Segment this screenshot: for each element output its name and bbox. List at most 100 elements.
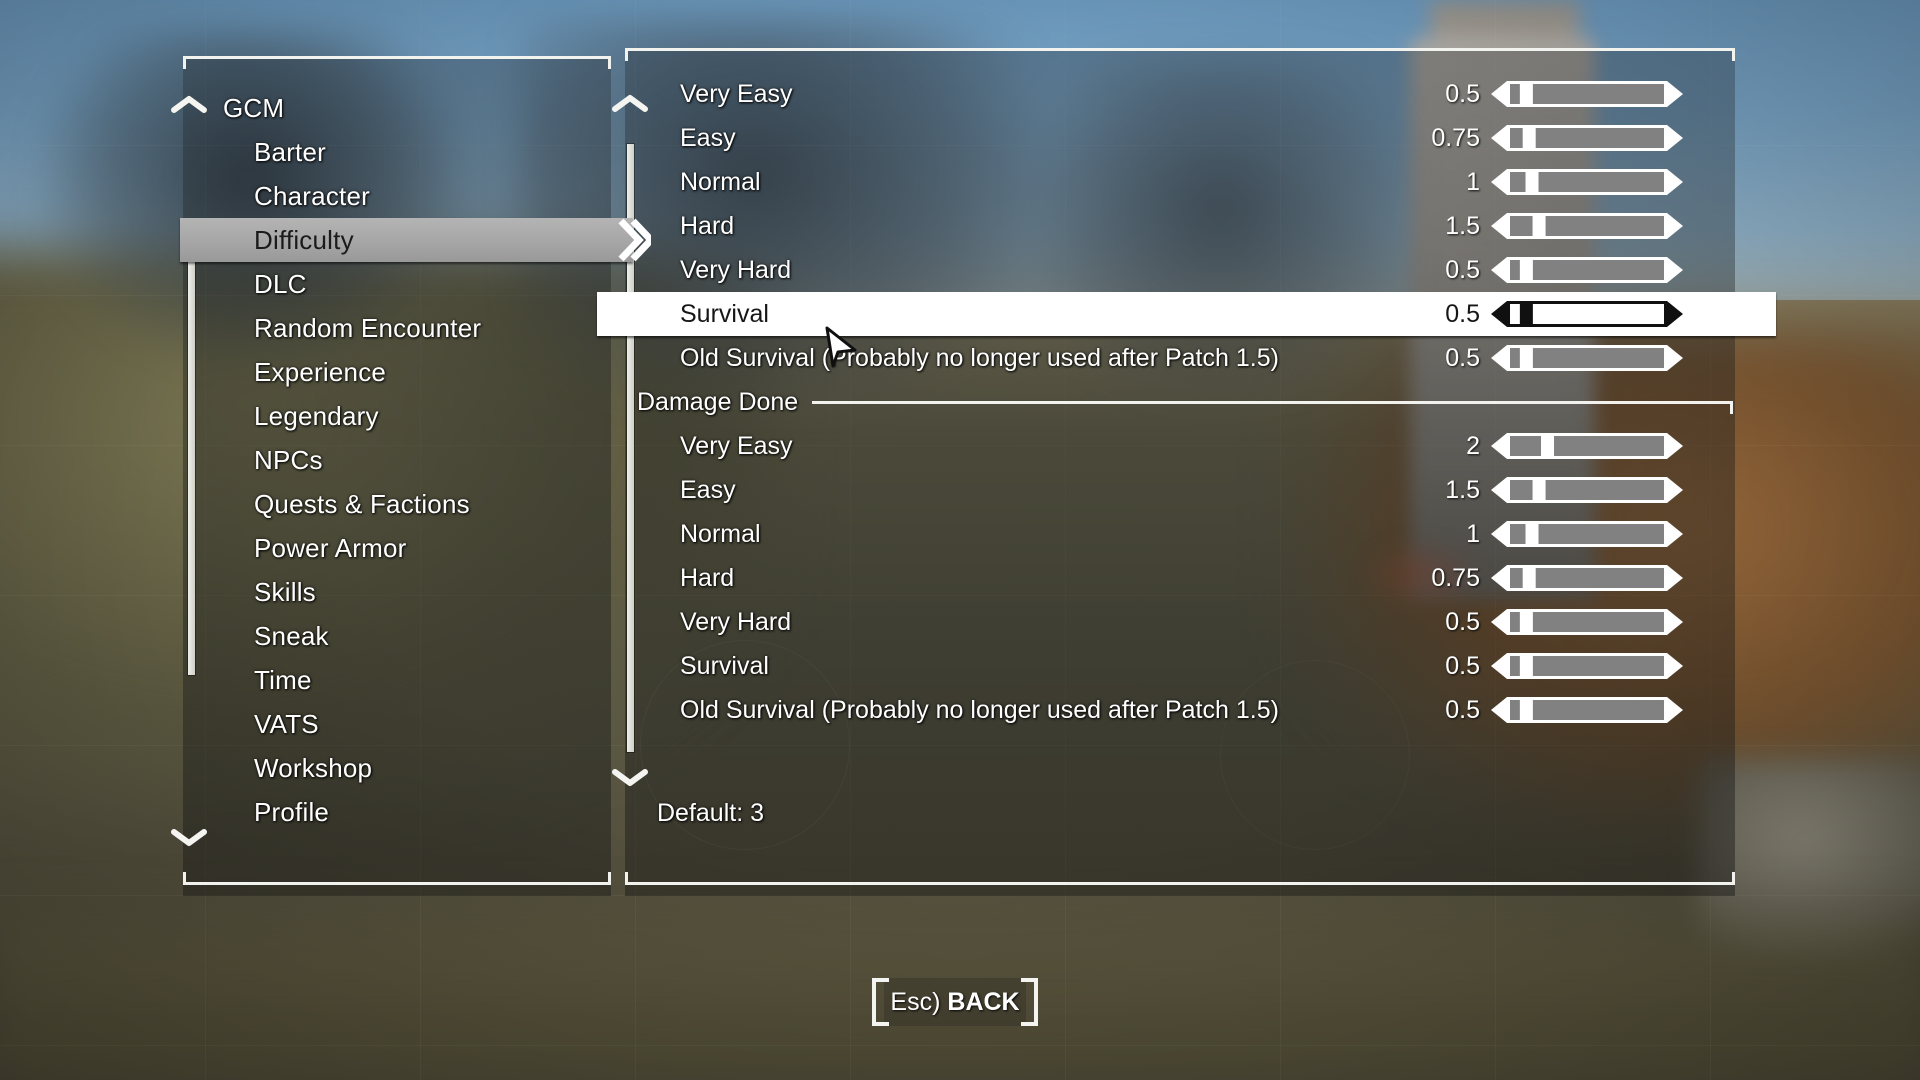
sidebar-item-label: NPCs [254, 444, 323, 475]
default-value-hint: Default: 3 [657, 799, 765, 827]
setting-row[interactable]: Old Survival (Probably no longer used af… [625, 336, 1735, 380]
content-frame-bottom [625, 872, 1735, 885]
setting-slider[interactable] [1489, 694, 1689, 726]
sidebar-frame-top [183, 56, 611, 69]
setting-value: 1.5 [1445, 475, 1480, 504]
back-button[interactable]: Esc) BACK [872, 978, 1038, 1026]
setting-value: 0.5 [1445, 299, 1480, 328]
setting-label: Old Survival (Probably no longer used af… [680, 343, 1279, 372]
sidebar-item-skills[interactable]: Skills [183, 570, 611, 614]
setting-value: 0.5 [1445, 607, 1480, 636]
sidebar-item-legendary[interactable]: Legendary [183, 394, 611, 438]
sidebar-nav: GCM Barter Character Difficulty DLC Random En… [180, 86, 656, 876]
sidebar-item-npcs[interactable]: NPCs [183, 438, 611, 482]
setting-label: Very Easy [680, 431, 793, 460]
section-rule [812, 400, 1733, 414]
setting-row[interactable]: Very Hard 0.5 [625, 248, 1735, 292]
setting-slider[interactable] [1489, 254, 1689, 286]
sidebar-item-label: Time [254, 664, 312, 695]
sidebar-item-quests-factions[interactable]: Quests & Factions [183, 482, 611, 526]
setting-value: 2 [1466, 431, 1480, 460]
sidebar-item-label: Sneak [254, 620, 329, 651]
section-header: Damage Done [625, 380, 1735, 424]
setting-label: Survival [680, 299, 769, 328]
setting-value: 1.5 [1445, 211, 1480, 240]
sidebar-item-power-armor[interactable]: Power Armor [183, 526, 611, 570]
sidebar-frame-bottom [183, 872, 611, 885]
setting-label: Very Hard [680, 607, 792, 636]
sidebar-item-label: Random Encounter [254, 312, 482, 343]
sidebar-item-experience[interactable]: Experience [183, 350, 611, 394]
setting-label: Normal [680, 519, 761, 548]
setting-label: Old Survival (Probably no longer used af… [680, 695, 1279, 724]
setting-row[interactable]: Very Easy 0.5 [625, 72, 1735, 116]
setting-value: 0.5 [1445, 79, 1480, 108]
sidebar-item-label: GCM [223, 92, 285, 123]
sidebar-item-label: Barter [254, 136, 327, 167]
content-frame-top [625, 48, 1735, 61]
setting-row[interactable]: Normal 1 [625, 512, 1735, 556]
setting-label: Survival [680, 651, 769, 680]
sidebar-item-difficulty[interactable]: Difficulty [180, 218, 656, 262]
setting-slider[interactable] [1489, 474, 1689, 506]
setting-slider[interactable] [1489, 606, 1689, 638]
setting-label: Hard [680, 563, 735, 592]
sidebar-item-label: Legendary [254, 400, 379, 431]
sidebar-item-character[interactable]: Character [183, 174, 611, 218]
sidebar-item-barter[interactable]: Barter [183, 130, 611, 174]
setting-slider[interactable] [1489, 342, 1689, 374]
settings-list: Very Easy 0.5 Easy 0.75 Normal 1 Hard 1.5 Very H… [597, 72, 1776, 872]
setting-row[interactable]: Hard 1.5 [625, 204, 1735, 248]
sidebar-item-gcm[interactable]: GCM [183, 86, 611, 130]
setting-label: Normal [680, 167, 761, 196]
setting-slider[interactable] [1489, 78, 1689, 110]
setting-slider[interactable] [1489, 210, 1689, 242]
sidebar-item-vats[interactable]: VATS [183, 702, 611, 746]
setting-value: 0.5 [1445, 255, 1480, 284]
setting-slider[interactable] [1489, 650, 1689, 682]
setting-value: 0.5 [1445, 651, 1480, 680]
setting-row[interactable]: Survival 0.5 [597, 292, 1776, 336]
setting-label: Easy [680, 475, 736, 504]
bracket-right-icon [1021, 978, 1038, 1026]
sidebar-item-label: Difficulty [254, 224, 354, 255]
setting-slider[interactable] [1489, 166, 1689, 198]
setting-label: Hard [680, 211, 735, 240]
setting-slider[interactable] [1489, 298, 1689, 330]
setting-value: 0.75 [1431, 123, 1480, 152]
setting-label: Very Hard [680, 255, 792, 284]
section-title: Damage Done [637, 387, 799, 416]
setting-slider[interactable] [1489, 430, 1689, 462]
setting-row[interactable]: Very Easy 2 [625, 424, 1735, 468]
setting-row[interactable]: Hard 0.75 [625, 556, 1735, 600]
setting-row[interactable]: Easy 1.5 [625, 468, 1735, 512]
sidebar-item-label: Skills [254, 576, 316, 607]
setting-row[interactable]: Easy 0.75 [625, 116, 1735, 160]
back-button-label: BACK [947, 987, 1020, 1016]
sidebar-item-time[interactable]: Time [183, 658, 611, 702]
setting-value: 0.75 [1431, 563, 1480, 592]
setting-label: Easy [680, 123, 736, 152]
sidebar-item-label: DLC [254, 268, 307, 299]
bracket-left-icon [872, 978, 889, 1026]
sidebar-item-random-encounter[interactable]: Random Encounter [183, 306, 611, 350]
setting-value: 0.5 [1445, 343, 1480, 372]
setting-slider[interactable] [1489, 562, 1689, 594]
setting-value: 0.5 [1445, 695, 1480, 724]
setting-row[interactable]: Very Hard 0.5 [625, 600, 1735, 644]
sidebar-item-profile[interactable]: Profile [183, 790, 611, 834]
sidebar-item-workshop[interactable]: Workshop [183, 746, 611, 790]
sidebar-item-label: Experience [254, 356, 387, 387]
sidebar-item-label: VATS [254, 708, 319, 739]
setting-row[interactable]: Normal 1 [625, 160, 1735, 204]
setting-value: 1 [1466, 167, 1480, 196]
setting-row[interactable]: Survival 0.5 [625, 644, 1735, 688]
sidebar-item-dlc[interactable]: DLC [183, 262, 611, 306]
back-key-label: Esc) [890, 987, 941, 1016]
sidebar-item-label: Character [254, 180, 370, 211]
setting-slider[interactable] [1489, 122, 1689, 154]
sidebar-item-label: Profile [254, 796, 330, 827]
sidebar-item-sneak[interactable]: Sneak [183, 614, 611, 658]
setting-row[interactable]: Old Survival (Probably no longer used af… [625, 688, 1735, 732]
setting-slider[interactable] [1489, 518, 1689, 550]
